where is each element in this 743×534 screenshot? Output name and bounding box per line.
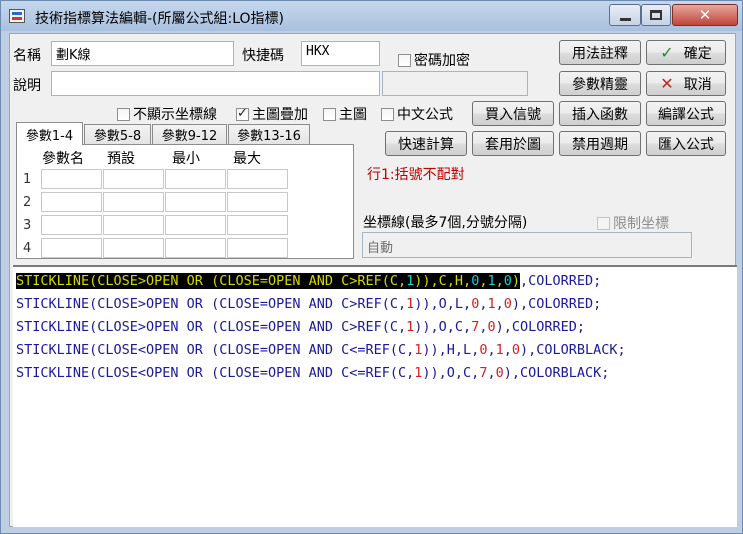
code-line-3[interactable]: STICKLINE(CLOSE>OPEN OR (CLOSE=OPEN AND …: [16, 317, 585, 337]
cancel-button[interactable]: ✕ 取消: [646, 71, 726, 96]
code-line-5[interactable]: STICKLINE(CLOSE<OPEN OR (CLOSE=OPEN AND …: [16, 363, 609, 383]
row-number: 1: [23, 172, 32, 187]
description-field[interactable]: [51, 71, 380, 96]
column-header-param-name: 參數名: [42, 151, 84, 167]
chinese-formula-checkbox[interactable]: 中文公式: [381, 104, 453, 124]
app-icon: [9, 9, 25, 23]
maximize-icon: [650, 10, 662, 20]
limit-axis-checkbox: 限制坐標: [597, 213, 669, 233]
code-line-4[interactable]: STICKLINE(CLOSE<OPEN OR (CLOSE=OPEN AND …: [16, 340, 626, 360]
cancel-label: 取消: [683, 76, 712, 93]
description-label: 說明: [13, 78, 41, 94]
column-header-default: 預設: [107, 151, 135, 167]
quick-calc-label: 快速計算: [398, 136, 454, 153]
confirm-label: 確定: [683, 45, 712, 62]
password-checkbox[interactable]: 密碼加密: [398, 50, 470, 70]
param-default-cell[interactable]: [103, 215, 164, 235]
password-checkbox-box[interactable]: [398, 53, 411, 67]
import-formula-label: 匯入公式: [658, 136, 714, 153]
error-message: 行1:括號不配對: [367, 167, 465, 183]
shortcut-label: 快捷碼: [242, 48, 284, 64]
column-header-min: 最小: [172, 151, 200, 167]
usage-notes-button[interactable]: 用法註釋: [559, 40, 641, 65]
param-wizard-label: 參數精靈: [572, 76, 628, 93]
code-line-1[interactable]: STICKLINE(CLOSE>OPEN OR (CLOSE=OPEN AND …: [16, 271, 601, 291]
param-min-cell[interactable]: [165, 215, 226, 235]
param-min-cell[interactable]: [165, 169, 226, 189]
hide-axis-checkbox[interactable]: 不顯示坐標線: [117, 104, 217, 124]
usage-notes-label: 用法註釋: [572, 45, 628, 62]
param-max-cell[interactable]: [227, 215, 288, 235]
hide-axis-checkbox-box[interactable]: [117, 107, 130, 121]
import-signal-label: 買入信號: [485, 106, 541, 123]
axis-lines-field: 自動: [362, 232, 692, 258]
compile-formula-label: 編譯公式: [658, 106, 714, 123]
main-overlay-checkbox-box[interactable]: [236, 106, 249, 121]
limit-axis-label: 限制坐標: [613, 216, 669, 232]
param-name-cell[interactable]: [41, 169, 102, 189]
param-max-cell[interactable]: [227, 169, 288, 189]
chinese-formula-label: 中文公式: [397, 107, 453, 123]
hide-axis-label: 不顯示坐標線: [133, 107, 217, 123]
param-grid: 參數名 預設 最小 最大 1 2 3 4: [16, 144, 354, 259]
apply-to-chart-label: 套用於圖: [485, 136, 541, 153]
minimize-icon: [619, 17, 631, 21]
param-min-cell[interactable]: [165, 192, 226, 212]
close-button[interactable]: ✕: [672, 4, 738, 26]
editor-window: 技術指標算法編輯-(所屬公式組:LO指標) ✕ 名稱 劃K線 快捷碼 HKX 密…: [0, 0, 743, 534]
disable-period-label: 禁用週期: [572, 136, 628, 153]
tab-params-13-16[interactable]: 參數13-16: [228, 124, 310, 144]
tab-params-5-8[interactable]: 參數5-8: [84, 124, 151, 144]
close-icon: ✕: [698, 5, 712, 24]
name-field[interactable]: 劃K線: [51, 41, 234, 66]
compile-formula-button[interactable]: 編譯公式: [646, 101, 726, 126]
title-bar[interactable]: 技術指標算法編輯-(所屬公式組:LO指標) ✕: [1, 1, 742, 31]
dialog-body: 名稱 劃K線 快捷碼 HKX 密碼加密 用法註釋 ✓ 確定 說明 參數精靈 ✕ …: [9, 33, 737, 527]
param-max-cell[interactable]: [227, 238, 288, 258]
chinese-formula-checkbox-box[interactable]: [381, 107, 394, 121]
confirm-button[interactable]: ✓ 確定: [646, 40, 726, 65]
param-name-cell[interactable]: [41, 215, 102, 235]
code-line-2[interactable]: STICKLINE(CLOSE>OPEN OR (CLOSE=OPEN AND …: [16, 294, 601, 314]
param-default-cell[interactable]: [103, 238, 164, 258]
quick-calc-button[interactable]: 快速計算: [385, 131, 467, 156]
param-name-cell[interactable]: [41, 192, 102, 212]
disable-period-button[interactable]: 禁用週期: [559, 131, 641, 156]
import-formula-button[interactable]: 匯入公式: [646, 131, 726, 156]
param-max-cell[interactable]: [227, 192, 288, 212]
param-min-cell[interactable]: [165, 238, 226, 258]
cancel-x-icon: ✕: [660, 74, 674, 93]
insert-function-label: 插入函數: [572, 106, 628, 123]
formula-editor[interactable]: STICKLINE(CLOSE>OPEN OR (CLOSE=OPEN AND …: [13, 265, 737, 527]
axis-lines-label: 坐標線(最多7個,分號分隔): [363, 215, 528, 231]
checkmark-icon: ✓: [660, 43, 674, 62]
password-checkbox-label: 密碼加密: [414, 53, 470, 69]
name-label: 名稱: [13, 48, 41, 64]
limit-axis-checkbox-box: [597, 216, 610, 230]
apply-to-chart-button[interactable]: 套用於圖: [472, 131, 554, 156]
row-number: 2: [23, 195, 32, 210]
param-default-cell[interactable]: [103, 169, 164, 189]
window-title: 技術指標算法編輯-(所屬公式組:LO指標): [35, 11, 285, 27]
param-name-cell[interactable]: [41, 238, 102, 258]
main-overlay-label: 主圖疊加: [252, 107, 308, 123]
row-number: 4: [23, 241, 32, 256]
row-number: 3: [23, 218, 32, 233]
main-overlay-checkbox[interactable]: 主圖疊加: [236, 104, 308, 124]
description-extra-field: [382, 71, 528, 96]
param-wizard-button[interactable]: 參數精靈: [559, 71, 641, 96]
import-signal-button[interactable]: 買入信號: [472, 101, 554, 126]
tab-params-9-12[interactable]: 參數9-12: [152, 124, 227, 144]
maximize-button[interactable]: [641, 4, 671, 26]
main-chart-checkbox-box[interactable]: [323, 107, 336, 121]
main-chart-checkbox[interactable]: 主圖: [323, 104, 367, 124]
minimize-button[interactable]: [609, 4, 641, 26]
param-default-cell[interactable]: [103, 192, 164, 212]
insert-function-button[interactable]: 插入函數: [559, 101, 641, 126]
tab-params-1-4[interactable]: 參數1-4: [16, 122, 83, 145]
column-header-max: 最大: [233, 151, 261, 167]
main-chart-label: 主圖: [339, 107, 367, 123]
shortcut-field[interactable]: HKX: [301, 41, 380, 66]
